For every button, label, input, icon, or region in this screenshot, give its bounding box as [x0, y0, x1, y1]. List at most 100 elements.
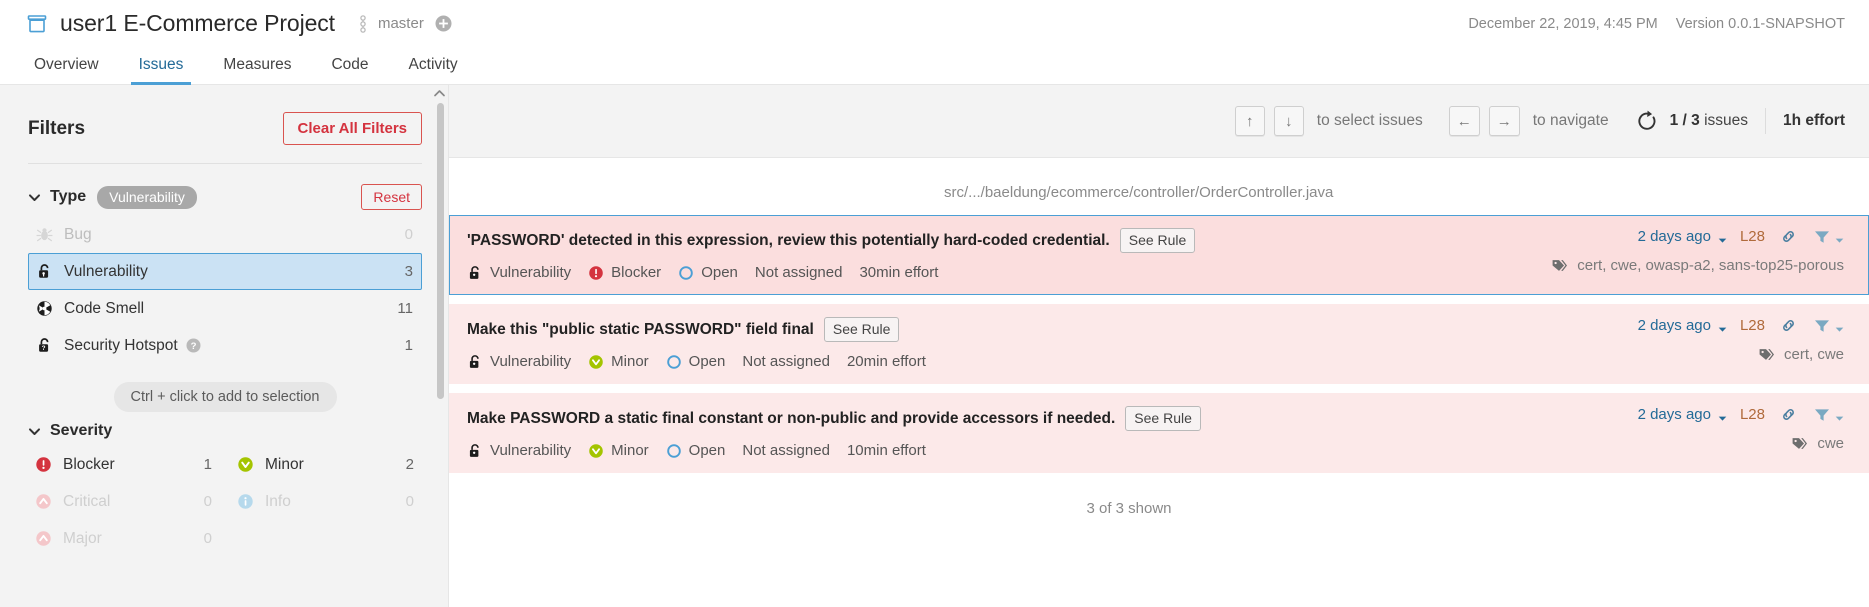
reset-type-filter-button[interactable]: Reset [361, 184, 422, 210]
issue-status[interactable]: Open [666, 353, 726, 370]
key-down-icon[interactable]: ↓ [1273, 106, 1304, 136]
chevron-down-icon[interactable] [1835, 232, 1844, 243]
info-icon [237, 493, 254, 510]
filter-icon[interactable] [1814, 318, 1830, 334]
issue-title-row: 'PASSWORD' detected in this expression, … [467, 228, 1531, 253]
plus-circle-icon[interactable] [435, 15, 452, 32]
minor-icon [237, 456, 254, 473]
top-header-bar: user1 E-Commerce Project master December… [0, 0, 1869, 47]
branch-name: master [377, 15, 424, 32]
open-status-icon [666, 354, 682, 370]
chevron-down-icon[interactable] [1718, 232, 1727, 243]
facet-item-vulnerability-count: 3 [404, 263, 413, 280]
facet-item-bug[interactable]: Bug 0 [28, 216, 422, 253]
facet-item-info-count: 0 [405, 493, 414, 510]
issue-card[interactable]: Make this "public static PASSWORD" field… [449, 304, 1869, 384]
sidebar-scrollbar-thumb[interactable] [437, 103, 444, 399]
issue-date[interactable]: 2 days ago [1638, 406, 1711, 423]
facet-item-critical[interactable]: Critical 0 [28, 483, 220, 520]
issue-severity[interactable]: Blocker [588, 264, 661, 281]
facet-item-major[interactable]: Major 0 [28, 520, 220, 557]
facet-item-blocker-count: 1 [203, 456, 212, 473]
issue-type[interactable]: Vulnerability [467, 442, 571, 459]
tab-activity[interactable]: Activity [401, 48, 466, 85]
issue-title-row: Make this "public static PASSWORD" field… [467, 317, 1618, 342]
tab-measures[interactable]: Measures [215, 48, 299, 85]
facet-item-blocker[interactable]: Blocker 1 [28, 446, 220, 483]
filter-icon[interactable] [1814, 407, 1830, 423]
issue-line-number: L28 [1739, 406, 1765, 423]
issue-tags-label: cert, cwe, owasp-a2, sans-top25-porous [1577, 257, 1844, 274]
facet-item-minor[interactable]: Minor 2 [230, 446, 422, 483]
tab-code[interactable]: Code [323, 48, 376, 85]
chevron-down-icon[interactable] [1835, 410, 1844, 421]
reload-icon[interactable] [1635, 109, 1659, 133]
key-right-icon[interactable]: → [1488, 106, 1520, 136]
facet-item-info[interactable]: Info 0 [230, 483, 422, 520]
facet-list-type: Bug 0 Vulnerability 3 Code Smell 11 ? Se… [28, 216, 422, 364]
tab-issues[interactable]: Issues [130, 48, 192, 85]
issue-card[interactable]: 'PASSWORD' detected in this expression, … [449, 215, 1869, 295]
issue-type[interactable]: Vulnerability [467, 264, 571, 281]
issue-status[interactable]: Open [666, 442, 725, 459]
issue-date[interactable]: 2 days ago [1638, 317, 1711, 334]
see-rule-button[interactable]: See Rule [1125, 406, 1201, 431]
issue-tags[interactable]: cert, cwe [1758, 346, 1844, 363]
facet-header-severity[interactable]: Severity [28, 422, 422, 440]
issue-date[interactable]: 2 days ago [1638, 228, 1711, 245]
facet-item-vulnerability[interactable]: Vulnerability 3 [28, 253, 422, 290]
issue-assignee[interactable]: Not assigned [742, 353, 830, 370]
chevron-down-icon[interactable] [1718, 410, 1727, 421]
filter-icon[interactable] [1814, 229, 1830, 245]
issue-assignee[interactable]: Not assigned [755, 264, 843, 281]
issue-severity[interactable]: Minor [588, 353, 649, 370]
issue-side-meta: 2 days ago L28 [1551, 228, 1844, 274]
svg-text:?: ? [190, 341, 196, 352]
analysis-info: December 22, 2019, 4:45 PM Version 0.0.1… [1468, 16, 1845, 32]
permalink-icon[interactable] [1780, 228, 1797, 245]
tab-overview[interactable]: Overview [26, 48, 107, 85]
see-rule-button[interactable]: See Rule [823, 317, 900, 342]
tab-overview-label: Overview [34, 56, 99, 73]
svg-text:?: ? [42, 345, 46, 352]
issue-tags[interactable]: cwe [1791, 435, 1844, 452]
divider [28, 163, 422, 164]
issue-assignee[interactable]: Not assigned [742, 442, 830, 459]
tab-measures-label: Measures [223, 56, 292, 73]
issue-main: 'PASSWORD' detected in this expression, … [467, 228, 1531, 281]
issue-type[interactable]: Vulnerability [467, 353, 571, 370]
clear-all-filters-button[interactable]: Clear All Filters [282, 112, 422, 145]
issue-type-label: Vulnerability [490, 264, 572, 281]
code-smell-icon [36, 300, 53, 317]
tab-issues-label: Issues [138, 56, 184, 73]
facet-item-bug-count: 0 [404, 226, 413, 243]
facet-item-code-smell[interactable]: Code Smell 11 [28, 290, 422, 327]
help-icon[interactable]: ? [186, 338, 201, 353]
chevron-down-icon[interactable] [1718, 321, 1727, 332]
branch-selector[interactable]: master [357, 14, 424, 34]
issue-title: 'PASSWORD' detected in this expression, … [467, 231, 1110, 249]
issue-status[interactable]: Open [678, 264, 738, 281]
scroll-up-icon[interactable] [432, 87, 447, 100]
blocker-icon [588, 265, 604, 281]
issue-status-label: Open [701, 264, 738, 281]
facet-item-security-hotspot[interactable]: ? Security Hotspot ? 1 [28, 327, 422, 364]
key-left-icon[interactable]: ← [1448, 106, 1480, 136]
sidebar-scrollbar[interactable] [437, 85, 444, 607]
issue-title: Make PASSWORD a static final constant or… [467, 409, 1116, 427]
issue-tags[interactable]: cert, cwe, owasp-a2, sans-top25-porous [1551, 257, 1844, 274]
permalink-icon[interactable] [1780, 406, 1797, 423]
chevron-down-icon[interactable] [1835, 321, 1844, 332]
permalink-icon[interactable] [1780, 317, 1797, 334]
analysis-date: December 22, 2019, 4:45 PM [1468, 15, 1658, 32]
facet-header-type[interactable]: Type Vulnerability Reset [28, 184, 422, 210]
issue-status-label: Open [688, 353, 726, 370]
chevron-down-icon [28, 425, 41, 438]
issue-card[interactable]: Make PASSWORD a static final constant or… [449, 393, 1869, 473]
see-rule-button[interactable]: See Rule [1119, 228, 1196, 253]
bug-icon [36, 226, 53, 243]
file-path[interactable]: src/.../baeldung/ecommerce/controller/Or… [449, 184, 1869, 201]
facet-item-security-hotspot-label: Security Hotspot [64, 336, 178, 354]
issue-severity[interactable]: Minor [588, 442, 649, 459]
key-up-icon[interactable]: ↑ [1234, 106, 1265, 136]
